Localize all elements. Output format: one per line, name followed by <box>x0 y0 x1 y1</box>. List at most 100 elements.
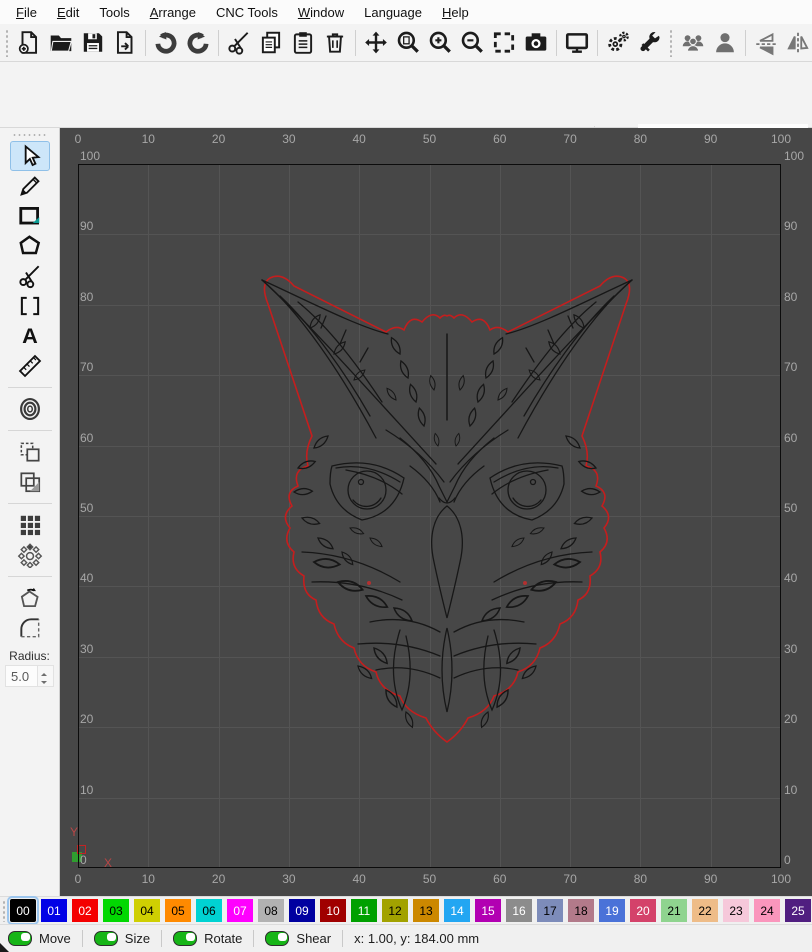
zoom-out-button[interactable] <box>457 28 487 58</box>
color-swatch-13[interactable]: 13 <box>413 899 439 922</box>
color-swatch-23[interactable]: 23 <box>723 899 749 922</box>
save-button[interactable] <box>78 28 108 58</box>
camera-button[interactable] <box>521 28 551 58</box>
copy-button[interactable] <box>256 28 286 58</box>
owl-design[interactable] <box>250 270 644 748</box>
gears-button[interactable] <box>603 28 633 58</box>
color-swatch-24[interactable]: 24 <box>754 899 780 922</box>
cut-button[interactable] <box>224 28 254 58</box>
users-button[interactable] <box>678 28 708 58</box>
menu-arrange[interactable]: Arrange <box>140 2 206 23</box>
scissors-tool[interactable] <box>10 261 50 291</box>
move-toggle[interactable] <box>8 931 32 946</box>
ruler-label-top: 80 <box>633 132 648 146</box>
pencil-tool[interactable] <box>10 171 50 201</box>
menu-language[interactable]: Language <box>354 2 432 23</box>
drawing-canvas[interactable]: Y X 0 0 10 10 20 20 30 30 40 40 50 50 60… <box>60 128 812 896</box>
ruler-label-top: 30 <box>282 132 296 146</box>
weld-solid-tool[interactable] <box>10 467 50 497</box>
size-toggle[interactable] <box>93 931 118 946</box>
color-swatch-02[interactable]: 02 <box>72 899 98 922</box>
toolbar-grip[interactable] <box>5 28 10 57</box>
zoom-in-button[interactable] <box>425 28 455 58</box>
radius-spinner[interactable] <box>37 666 53 686</box>
toolbar-grip[interactable] <box>669 28 674 57</box>
menu-cnc-tools[interactable]: CNC Tools <box>206 2 288 23</box>
color-swatch-21[interactable]: 21 <box>661 899 687 922</box>
ruler-label-left: 50 <box>80 501 94 515</box>
menu-tools[interactable]: Tools <box>89 2 139 23</box>
color-swatch-04[interactable]: 04 <box>134 899 160 922</box>
color-swatch-17[interactable]: 17 <box>537 899 563 922</box>
radius-label: Radius: <box>9 649 50 663</box>
ruler-tool[interactable] <box>10 351 50 381</box>
color-swatch-16[interactable]: 16 <box>506 899 532 922</box>
sidebar-grip[interactable] <box>11 133 48 138</box>
grid-copies-tool[interactable] <box>10 510 50 540</box>
main-toolbar <box>0 24 812 62</box>
toolbar-separator <box>745 29 746 56</box>
ruler-label-right: 20 <box>784 712 798 727</box>
circle-copies-tool[interactable] <box>10 540 50 570</box>
color-swatch-19[interactable]: 19 <box>599 899 625 922</box>
paste-button[interactable] <box>288 28 318 58</box>
menu-file[interactable]: File <box>6 2 47 23</box>
color-swatch-15[interactable]: 15 <box>475 899 501 922</box>
contour-rings-tool[interactable] <box>10 394 50 424</box>
color-swatch-11[interactable]: 11 <box>351 899 377 922</box>
select-area-tool[interactable] <box>10 291 50 321</box>
flip-vertical-button[interactable] <box>751 28 781 58</box>
undo-button[interactable] <box>151 28 181 58</box>
move-button[interactable] <box>361 28 391 58</box>
shear-toggle[interactable] <box>265 931 290 946</box>
ruler-label-right: 30 <box>784 641 798 656</box>
ruler-label-top: 40 <box>352 132 366 146</box>
ruler-label-bottom: 90 <box>704 872 718 886</box>
ruler-label-top: 90 <box>704 132 718 146</box>
color-swatch-18[interactable]: 18 <box>568 899 594 922</box>
user-button[interactable] <box>710 28 740 58</box>
color-swatch-25[interactable]: 25 <box>785 899 811 922</box>
color-swatch-01[interactable]: 01 <box>41 899 67 922</box>
rotate-toggle[interactable] <box>173 931 198 946</box>
color-swatch-09[interactable]: 09 <box>289 899 315 922</box>
color-swatch-22[interactable]: 22 <box>692 899 718 922</box>
rectangle-tool[interactable] <box>10 201 50 231</box>
corner-radius-tool[interactable] <box>10 613 50 643</box>
monitor-button[interactable] <box>562 28 592 58</box>
menu-edit[interactable]: Edit <box>47 2 89 23</box>
menu-window[interactable]: Window <box>288 2 354 23</box>
redo-button[interactable] <box>183 28 213 58</box>
menu-help[interactable]: Help <box>432 2 479 23</box>
color-swatch-12[interactable]: 12 <box>382 899 408 922</box>
color-swatch-07[interactable]: 07 <box>227 899 253 922</box>
ruler-label-right: 0 <box>784 853 791 867</box>
ruler-label-right: 40 <box>784 571 798 586</box>
ruler-label-right: 60 <box>784 430 798 445</box>
color-swatch-03[interactable]: 03 <box>103 899 129 922</box>
text-tool[interactable]: A <box>10 321 50 351</box>
weld-dashed-tool[interactable] <box>10 437 50 467</box>
palette-grip[interactable] <box>2 899 7 922</box>
color-swatch-06[interactable]: 06 <box>196 899 222 922</box>
trash-button[interactable] <box>320 28 350 58</box>
wrench-button[interactable] <box>635 28 665 58</box>
marquee-button[interactable] <box>489 28 519 58</box>
resize-grip <box>0 943 9 952</box>
zoom-page-button[interactable] <box>393 28 423 58</box>
file-import-button[interactable] <box>110 28 140 58</box>
polygon-tool[interactable] <box>10 231 50 261</box>
file-new-button[interactable] <box>14 28 44 58</box>
color-swatch-00[interactable]: 00 <box>7 896 39 925</box>
pointer-tool[interactable] <box>9 141 50 171</box>
flip-horizontal-button[interactable] <box>783 28 812 58</box>
color-swatch-08[interactable]: 08 <box>258 899 284 922</box>
color-swatch-14[interactable]: 14 <box>444 899 470 922</box>
folder-open-button[interactable] <box>46 28 76 58</box>
radius-input[interactable]: 5.0 <box>5 665 54 687</box>
color-swatch-20[interactable]: 20 <box>630 899 656 922</box>
status-separator <box>342 930 344 947</box>
color-swatch-05[interactable]: 05 <box>165 899 191 922</box>
color-swatch-10[interactable]: 10 <box>320 899 346 922</box>
path-direction-tool[interactable] <box>10 583 50 613</box>
